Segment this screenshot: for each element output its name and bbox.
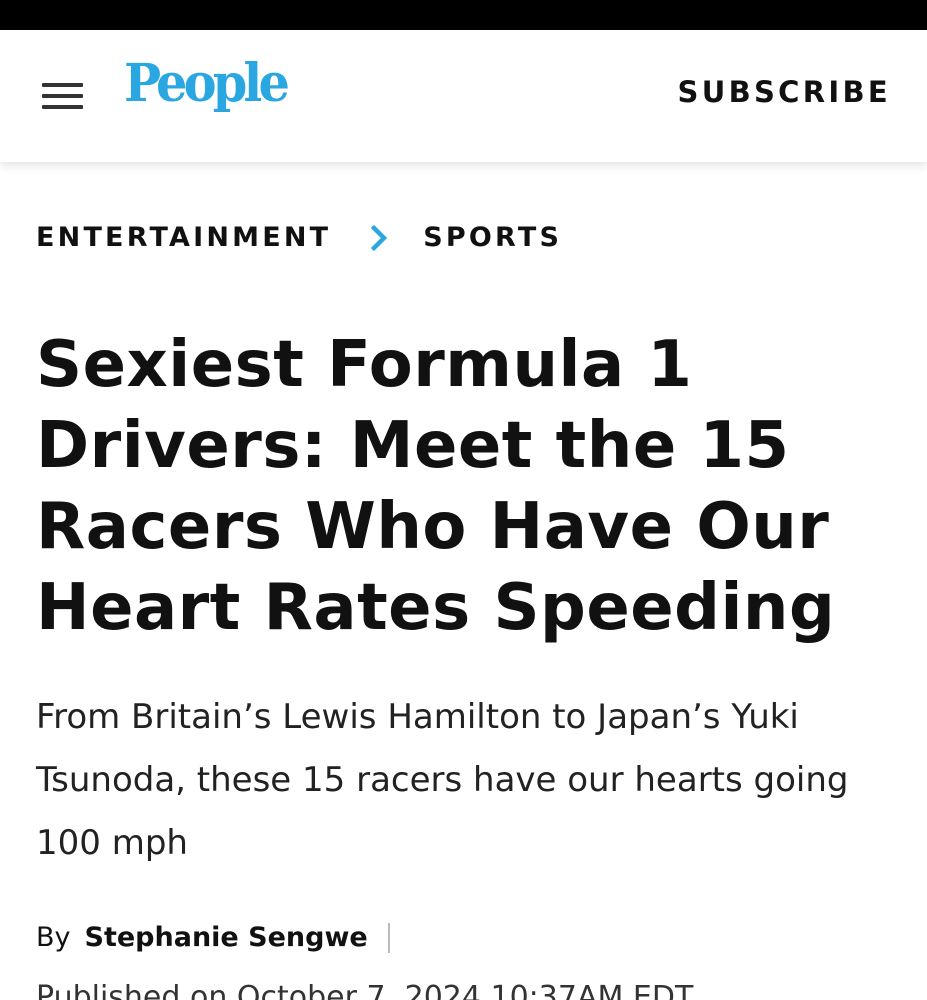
article-dek: From Britain’s Lewis Hamilton to Japan’s… — [36, 697, 849, 863]
site-header: People SUBSCRIBE — [0, 30, 927, 162]
subscribe-button[interactable]: SUBSCRIBE — [678, 75, 891, 109]
byline-divider — [387, 922, 390, 953]
article-headline: Sexiest Formula 1 Drivers: Meet the 15 R… — [36, 328, 836, 645]
chevron-right-icon — [371, 224, 388, 251]
breadcrumb-item-sports[interactable]: SPORTS — [423, 222, 562, 253]
status-bar — [0, 0, 927, 30]
author-link[interactable]: Stephanie Sengwe — [85, 922, 368, 953]
hamburger-menu-icon[interactable] — [38, 76, 88, 116]
byline-prefix: By — [36, 922, 71, 953]
breadcrumb-item-entertainment[interactable]: ENTERTAINMENT — [36, 222, 331, 253]
breadcrumb: ENTERTAINMENT SPORTS — [36, 222, 562, 253]
people-logo[interactable]: People — [124, 58, 290, 110]
byline: By Stephanie Sengwe — [36, 922, 390, 953]
published-date: Published on October 7, 2024 10:37AM EDT — [36, 980, 694, 1000]
